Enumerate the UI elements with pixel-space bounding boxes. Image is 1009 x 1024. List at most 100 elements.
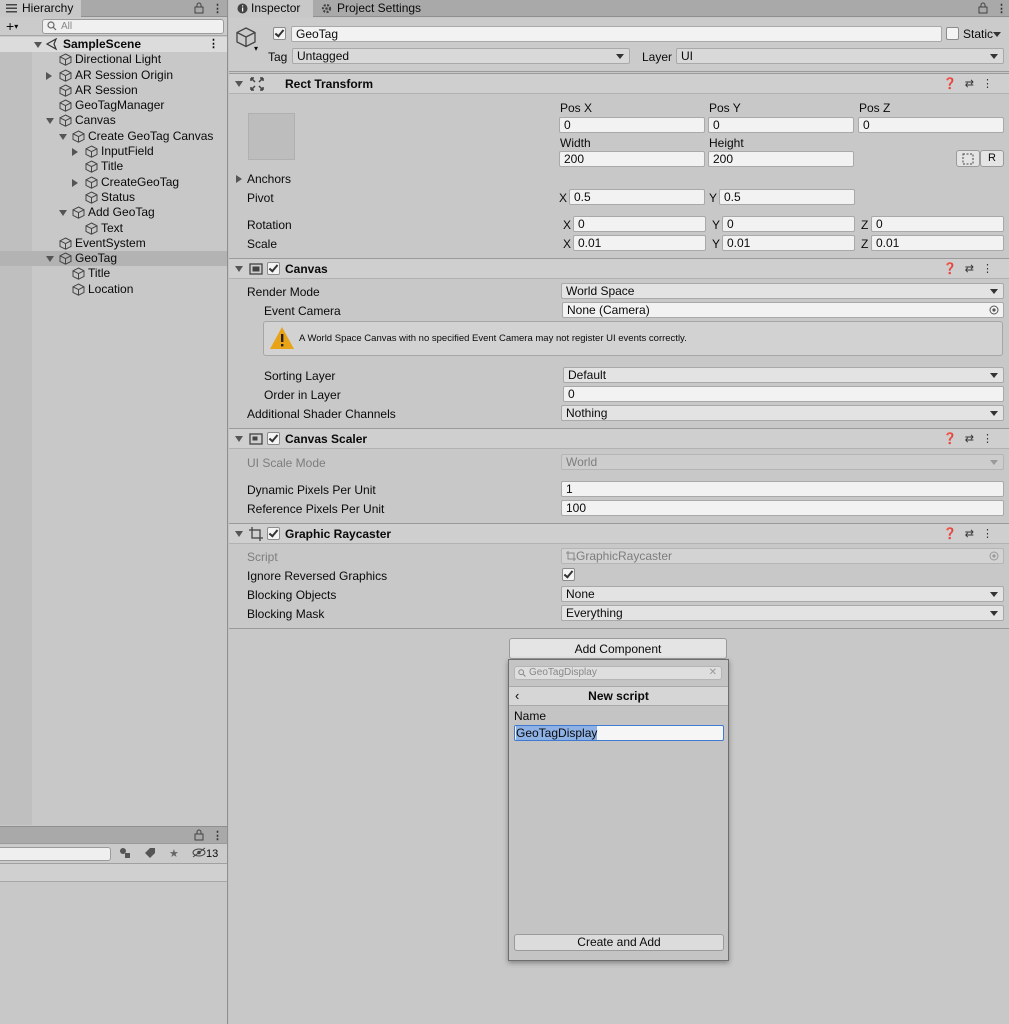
hierarchy-item[interactable]: Directional Light: [0, 52, 227, 67]
width-input[interactable]: 200: [559, 151, 705, 167]
rect-transform-header[interactable]: Rect Transform ❓⇄⋮: [229, 73, 1009, 94]
hierarchy-item[interactable]: InputField: [0, 144, 227, 159]
raw-edit-button[interactable]: R: [980, 150, 1004, 167]
clear-search-icon[interactable]: ✕: [709, 667, 717, 679]
lock-icon[interactable]: [194, 2, 204, 14]
preset-icon[interactable]: ⇄: [965, 528, 982, 540]
rotation-x-input[interactable]: 0: [573, 216, 706, 232]
hierarchy-item[interactable]: Canvas: [0, 113, 227, 128]
hierarchy-item[interactable]: Text: [0, 221, 227, 236]
preset-icon[interactable]: ⇄: [965, 433, 982, 445]
scale-x-input[interactable]: 0.01: [573, 235, 706, 251]
hierarchy-item[interactable]: GeoTag: [0, 251, 227, 267]
collapsed-arrow-icon[interactable]: [46, 71, 52, 80]
hierarchy-item[interactable]: GeoTagManager: [0, 98, 227, 113]
component-kebab-icon[interactable]: ⋮: [982, 528, 1001, 540]
anchors-label[interactable]: Anchors: [247, 172, 291, 186]
project-lock-icon[interactable]: [194, 829, 204, 841]
hidden-packages-icon[interactable]: 13: [192, 847, 218, 860]
graphic-raycaster-enabled-checkbox[interactable]: [267, 527, 280, 540]
layer-dropdown[interactable]: UI: [676, 48, 1004, 64]
component-kebab-icon[interactable]: ⋮: [982, 78, 1001, 90]
canvas-component-header[interactable]: Canvas ❓⇄⋮: [229, 258, 1009, 279]
component-kebab-icon[interactable]: ⋮: [982, 263, 1001, 275]
pivot-y-input[interactable]: 0.5: [719, 189, 855, 205]
scale-x-axis-label[interactable]: X: [563, 237, 571, 251]
hierarchy-item[interactable]: AR Session: [0, 83, 227, 98]
canvas-enabled-checkbox[interactable]: [267, 262, 280, 275]
collapse-arrow-icon[interactable]: [235, 266, 243, 272]
object-name-input[interactable]: GeoTag: [291, 26, 942, 42]
shader-channels-dropdown[interactable]: Nothing: [561, 405, 1004, 421]
rotation-z-input[interactable]: 0: [871, 216, 1004, 232]
render-mode-dropdown[interactable]: World Space: [561, 283, 1004, 299]
scene-menu-icon[interactable]: ⋮: [208, 37, 219, 52]
height-input[interactable]: 200: [708, 151, 854, 167]
tag-dropdown[interactable]: Untagged: [292, 48, 630, 64]
static-checkbox[interactable]: [946, 27, 959, 40]
rotation-y-input[interactable]: 0: [722, 216, 855, 232]
create-and-add-button[interactable]: Create and Add: [514, 934, 724, 951]
help-icon[interactable]: ❓: [943, 433, 965, 445]
collapsed-arrow-icon[interactable]: [72, 178, 78, 187]
hierarchy-item[interactable]: Create GeoTag Canvas: [0, 129, 227, 144]
scale-z-axis-label[interactable]: Z: [861, 237, 868, 251]
reference-ppu-input[interactable]: 100: [561, 500, 1004, 516]
project-kebab-icon[interactable]: ⋮: [212, 829, 223, 842]
inspector-kebab-icon[interactable]: ⋮: [996, 2, 1007, 15]
rotation-y-axis-label[interactable]: Y: [712, 218, 720, 232]
scene-row[interactable]: SampleScene ⋮: [0, 37, 227, 53]
pivot-x-axis-label[interactable]: X: [559, 191, 567, 205]
pivot-x-input[interactable]: 0.5: [569, 189, 705, 205]
pos-z-input[interactable]: 0: [858, 117, 1004, 133]
pos-y-input[interactable]: 0: [708, 117, 854, 133]
expand-arrow-icon[interactable]: [46, 118, 54, 125]
expand-arrow-icon[interactable]: [46, 256, 54, 263]
project-search-input[interactable]: [0, 847, 111, 861]
graphic-raycaster-header[interactable]: Graphic Raycaster ❓⇄⋮: [229, 523, 1009, 544]
help-icon[interactable]: ❓: [943, 78, 965, 90]
component-search-input[interactable]: GeoTagDisplay ✕: [514, 666, 722, 680]
hierarchy-item[interactable]: AR Session Origin: [0, 68, 227, 83]
component-help-preset-menu[interactable]: ❓⇄⋮: [943, 527, 1001, 540]
inspector-lock-icon[interactable]: [978, 2, 988, 14]
dynamic-ppu-input[interactable]: 1: [561, 481, 1004, 497]
canvas-scaler-header[interactable]: Canvas Scaler ❓⇄⋮: [229, 428, 1009, 449]
expand-arrow-icon[interactable]: [34, 42, 42, 48]
ignore-reversed-checkbox[interactable]: [562, 568, 575, 581]
scale-z-input[interactable]: 0.01: [871, 235, 1004, 251]
collapsed-arrow-icon[interactable]: [72, 148, 78, 157]
pivot-y-axis-label[interactable]: Y: [709, 191, 717, 205]
scale-y-input[interactable]: 0.01: [722, 235, 855, 251]
icon-dropdown-arrow[interactable]: ▾: [254, 44, 258, 53]
rotation-z-axis-label[interactable]: Z: [861, 218, 868, 232]
back-arrow-icon[interactable]: ‹: [515, 687, 519, 705]
component-help-preset-menu[interactable]: ❓⇄⋮: [943, 77, 1001, 90]
component-kebab-icon[interactable]: ⋮: [982, 433, 1001, 445]
collapse-arrow-icon[interactable]: [235, 436, 243, 442]
filter-by-type-icon[interactable]: [119, 847, 131, 859]
tab-project-settings[interactable]: Project Settings: [321, 0, 421, 17]
component-help-preset-menu[interactable]: ❓⇄⋮: [943, 432, 1001, 445]
hierarchy-item[interactable]: EventSystem: [0, 236, 227, 251]
add-component-button[interactable]: Add Component: [509, 638, 727, 659]
script-name-input[interactable]: GeoTagDisplay: [514, 725, 724, 741]
canvas-scaler-enabled-checkbox[interactable]: [267, 432, 280, 445]
expand-arrow-icon[interactable]: [59, 133, 67, 140]
filter-by-label-icon[interactable]: [144, 847, 156, 859]
tab-inspector[interactable]: Inspector: [229, 0, 313, 17]
hierarchy-search-input[interactable]: All: [42, 19, 224, 34]
kebab-menu-icon[interactable]: ⋮: [212, 2, 223, 15]
collapse-arrow-icon[interactable]: [235, 531, 243, 537]
help-icon[interactable]: ❓: [943, 263, 965, 275]
order-in-layer-input[interactable]: 0: [563, 386, 1004, 402]
hierarchy-item[interactable]: CreateGeoTag: [0, 175, 227, 190]
object-picker-icon[interactable]: [989, 305, 999, 315]
preset-icon[interactable]: ⇄: [965, 263, 982, 275]
static-dropdown-icon[interactable]: [993, 32, 1001, 37]
tab-hierarchy[interactable]: Hierarchy: [0, 0, 82, 17]
blocking-objects-dropdown[interactable]: None: [561, 586, 1004, 602]
blocking-mask-dropdown[interactable]: Everything: [561, 605, 1004, 621]
blueprint-mode-button[interactable]: [956, 150, 980, 167]
favorite-star-icon[interactable]: ★: [169, 847, 179, 860]
